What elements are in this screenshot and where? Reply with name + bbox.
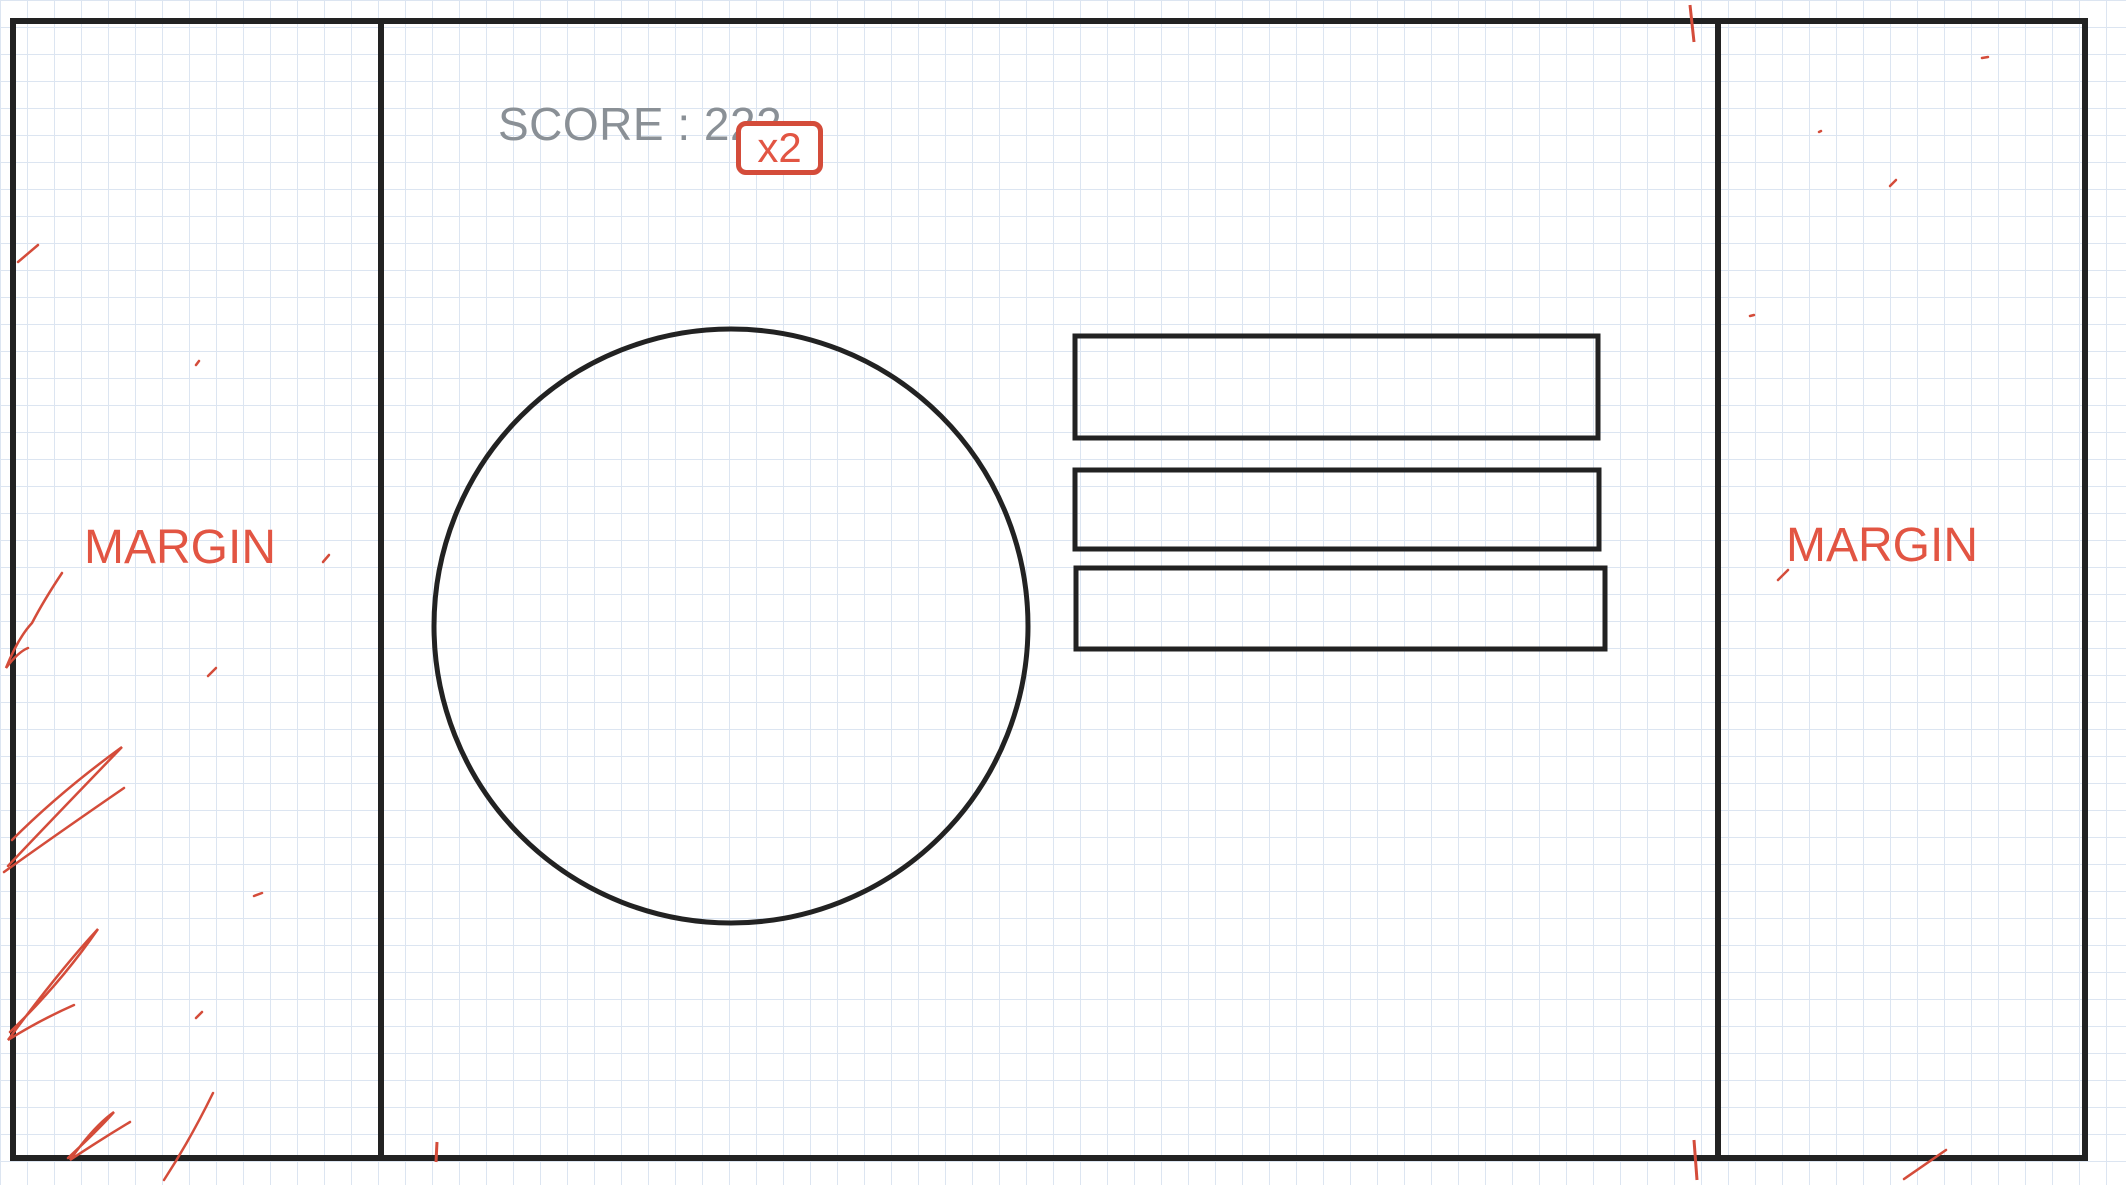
wireframe-canvas: SCORE : 222 x2 MARGIN MARGIN bbox=[0, 0, 2126, 1185]
right-margin-label: MARGIN bbox=[1786, 519, 1978, 572]
left-margin-label: MARGIN bbox=[84, 521, 276, 574]
menu-bar-1 bbox=[1072, 333, 1601, 441]
wireframe-sketch bbox=[2, 4, 2088, 1182]
outer-frame bbox=[10, 18, 2088, 1161]
menu-bar-3 bbox=[1073, 565, 1608, 652]
multiplier-badge: x2 bbox=[736, 121, 823, 175]
tick-mark bbox=[1692, 1139, 1699, 1181]
tick-mark bbox=[434, 1141, 439, 1163]
tick-mark bbox=[1688, 4, 1696, 43]
game-circle bbox=[431, 326, 1031, 926]
hatch-scribbles bbox=[2, 55, 1990, 1182]
menu-bar-2 bbox=[1072, 467, 1602, 552]
